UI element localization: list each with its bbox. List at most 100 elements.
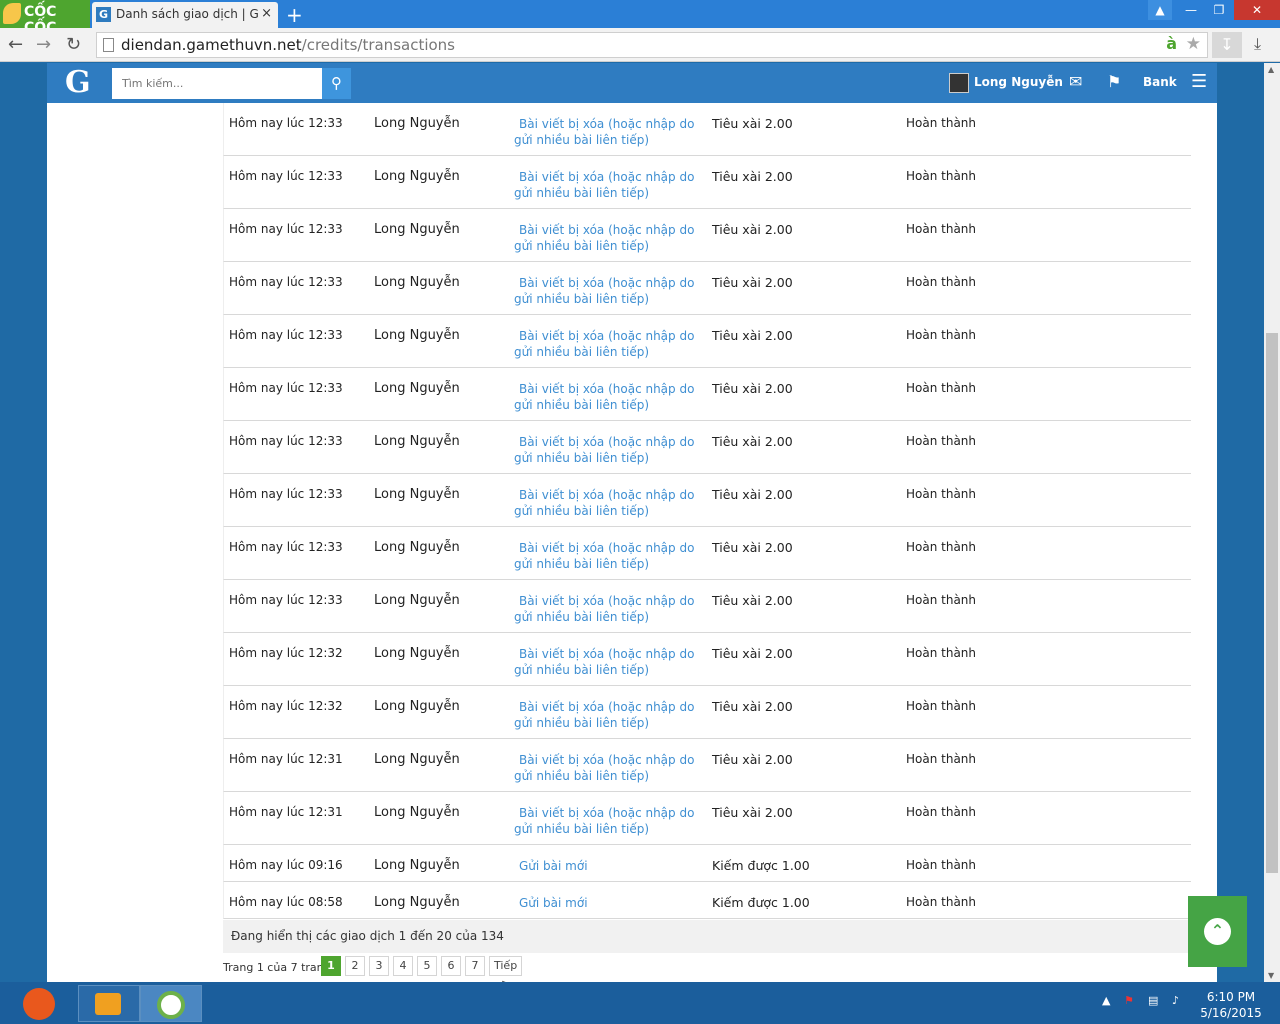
- scroll-up-icon[interactable]: ▲: [1268, 65, 1274, 74]
- page-icon: [103, 38, 114, 52]
- table-row: Hôm nay lúc 12:33 Long Nguyễn Bài viết bị …: [223, 527, 1191, 580]
- transaction-amount: Tiêu xài 2.00: [712, 540, 793, 555]
- transaction-user[interactable]: Long Nguyễn: [374, 116, 460, 131]
- transaction-action[interactable]: Bài viết bị xóa (hoặc nhập do gửi nhiều …: [514, 116, 704, 148]
- transaction-status: Hoàn thành: [906, 699, 977, 713]
- scroll-down-icon[interactable]: ▼: [1268, 971, 1274, 980]
- menu-icon[interactable]: ☰: [1191, 71, 1207, 92]
- table-row: Hôm nay lúc 12:33 Long Nguyễn Bài viết bị …: [223, 368, 1191, 421]
- avatar[interactable]: [949, 73, 969, 93]
- username-link[interactable]: Long Nguyễn: [974, 75, 1063, 89]
- bank-link[interactable]: Bank: [1143, 75, 1177, 89]
- transaction-user[interactable]: Long Nguyễn: [374, 593, 460, 608]
- transaction-action[interactable]: Bài viết bị xóa (hoặc nhập do gửi nhiều …: [514, 540, 704, 572]
- search-input[interactable]: [112, 68, 322, 99]
- transaction-status: Hoàn thành: [906, 895, 977, 909]
- network-icon[interactable]: ▤: [1148, 994, 1158, 1007]
- transaction-user[interactable]: Long Nguyễn: [374, 540, 460, 555]
- clock-date: 5/16/2015: [1200, 1006, 1262, 1020]
- transaction-action[interactable]: Bài viết bị xóa (hoặc nhập do gửi nhiều …: [514, 169, 704, 201]
- transaction-action[interactable]: Bài viết bị xóa (hoặc nhập do gửi nhiều …: [514, 699, 704, 731]
- profile-icon[interactable]: ▲: [1148, 0, 1172, 20]
- translate-icon[interactable]: à: [1166, 34, 1177, 53]
- search-icon[interactable]: ⚲: [322, 68, 351, 99]
- page-7-button[interactable]: 7: [465, 956, 485, 976]
- download-media-icon[interactable]: ↧: [1212, 32, 1242, 58]
- transaction-amount: Tiêu xài 2.00: [712, 222, 793, 237]
- transaction-status: Hoàn thành: [906, 805, 977, 819]
- page-5-button[interactable]: 5: [417, 956, 437, 976]
- transaction-user[interactable]: Long Nguyễn: [374, 275, 460, 290]
- transaction-action[interactable]: Gửi bài mới: [514, 858, 704, 874]
- tab-title: Danh sách giao dịch | Gam: [116, 7, 258, 21]
- tab-close-icon[interactable]: ×: [261, 6, 272, 21]
- transaction-user[interactable]: Long Nguyễn: [374, 752, 460, 767]
- transaction-amount: Tiêu xài 2.00: [712, 434, 793, 449]
- transaction-user[interactable]: Long Nguyễn: [374, 858, 460, 873]
- page-scrollbar[interactable]: ▲ ▼: [1264, 63, 1280, 982]
- back-icon[interactable]: ←: [8, 34, 23, 55]
- maximize-button[interactable]: ❐: [1206, 0, 1232, 20]
- minimize-button[interactable]: —: [1178, 0, 1204, 20]
- transaction-user[interactable]: Long Nguyễn: [374, 169, 460, 184]
- table-row: Hôm nay lúc 12:33 Long Nguyễn Bài viết bị …: [223, 262, 1191, 315]
- scroll-thumb[interactable]: [1266, 333, 1278, 873]
- reload-icon[interactable]: ↻: [66, 34, 81, 55]
- pagination-label: Trang 1 của 7 trang: [223, 961, 331, 974]
- transaction-user[interactable]: Long Nguyễn: [374, 434, 460, 449]
- page-3-button[interactable]: 3: [369, 956, 389, 976]
- transaction-action[interactable]: Bài viết bị xóa (hoặc nhập do gửi nhiều …: [514, 222, 704, 254]
- back-to-top-icon: ⌃: [1204, 918, 1231, 945]
- transaction-action[interactable]: Bài viết bị xóa (hoặc nhập do gửi nhiều …: [514, 381, 704, 413]
- url-field[interactable]: diendan.gamethuvn.net/credits/transactio…: [96, 32, 1208, 58]
- back-to-top-button[interactable]: ⌃: [1188, 896, 1247, 967]
- transaction-user[interactable]: Long Nguyễn: [374, 699, 460, 714]
- clock[interactable]: 6:10 PM 5/16/2015: [1196, 989, 1266, 1021]
- page-1-button[interactable]: 1: [321, 956, 341, 976]
- volume-icon[interactable]: ♪: [1172, 994, 1179, 1007]
- transaction-action[interactable]: Gửi bài mới: [514, 895, 704, 911]
- media-player-icon[interactable]: [78, 985, 140, 1022]
- page-4-button[interactable]: 4: [393, 956, 413, 976]
- coccoc-logo[interactable]: CỐC CỐC: [0, 0, 90, 36]
- transaction-user[interactable]: Long Nguyễn: [374, 381, 460, 396]
- download-icon[interactable]: ⤓: [1254, 34, 1261, 54]
- page-2-button[interactable]: 2: [345, 956, 365, 976]
- coccoc-browser-icon[interactable]: [140, 985, 202, 1022]
- address-toolbar: ← → ↻ diendan.gamethuvn.net/credits/tran…: [0, 28, 1280, 62]
- transaction-user[interactable]: Long Nguyễn: [374, 328, 460, 343]
- transaction-user[interactable]: Long Nguyễn: [374, 646, 460, 661]
- transaction-action[interactable]: Bài viết bị xóa (hoặc nhập do gửi nhiều …: [514, 805, 704, 837]
- transaction-amount: Tiêu xài 2.00: [712, 593, 793, 608]
- forward-icon[interactable]: →: [36, 34, 51, 55]
- mail-icon[interactable]: ✉: [1069, 72, 1082, 91]
- star-icon[interactable]: ★: [1186, 34, 1201, 54]
- transaction-action[interactable]: Bài viết bị xóa (hoặc nhập do gửi nhiều …: [514, 434, 704, 466]
- next-page-button[interactable]: Tiếp >: [489, 956, 523, 982]
- transaction-user[interactable]: Long Nguyễn: [374, 487, 460, 502]
- transaction-action[interactable]: Bài viết bị xóa (hoặc nhập do gửi nhiều …: [514, 487, 704, 519]
- transaction-status: Hoàn thành: [906, 593, 977, 607]
- content-area: Hôm nay lúc 12:33 Long Nguyễn Bài viết bị …: [47, 103, 1217, 982]
- transaction-action[interactable]: Bài viết bị xóa (hoặc nhập do gửi nhiều …: [514, 646, 704, 678]
- transaction-amount: Tiêu xài 2.00: [712, 328, 793, 343]
- forum-logo[interactable]: G: [65, 65, 91, 100]
- transaction-action[interactable]: Bài viết bị xóa (hoặc nhập do gửi nhiều …: [514, 752, 704, 784]
- flag-icon[interactable]: ⚑: [1107, 72, 1121, 91]
- close-window-button[interactable]: ✕: [1234, 0, 1280, 20]
- transaction-user[interactable]: Long Nguyễn: [374, 805, 460, 820]
- transaction-user[interactable]: Long Nguyễn: [374, 895, 460, 910]
- transaction-date: Hôm nay lúc 12:33: [229, 116, 343, 130]
- transaction-action[interactable]: Bài viết bị xóa (hoặc nhập do gửi nhiều …: [514, 593, 704, 625]
- transaction-action[interactable]: Bài viết bị xóa (hoặc nhập do gửi nhiều …: [514, 275, 704, 307]
- action-center-icon[interactable]: ⚑: [1124, 994, 1134, 1007]
- table-row: Hôm nay lúc 08:58 Long Nguyễn Gửi bài mới K…: [223, 882, 1191, 919]
- new-tab-button[interactable]: +: [286, 3, 303, 27]
- tray-expand-icon[interactable]: ▲: [1102, 994, 1110, 1007]
- transaction-date: Hôm nay lúc 12:31: [229, 805, 343, 819]
- transaction-user[interactable]: Long Nguyễn: [374, 222, 460, 237]
- browser-tab[interactable]: G Danh sách giao dịch | Gam ×: [92, 2, 278, 28]
- start-game-icon[interactable]: [16, 985, 62, 1022]
- page-6-button[interactable]: 6: [441, 956, 461, 976]
- transaction-action[interactable]: Bài viết bị xóa (hoặc nhập do gửi nhiều …: [514, 328, 704, 360]
